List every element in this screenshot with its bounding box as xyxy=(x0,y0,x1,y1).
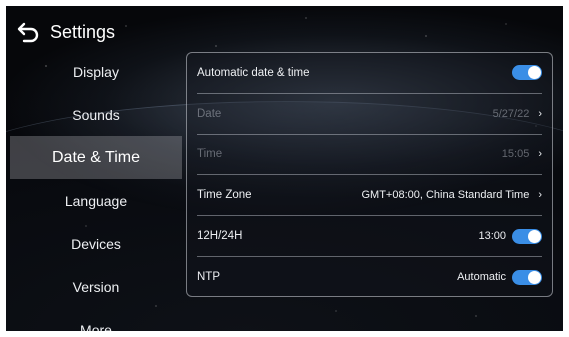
time-label: Time xyxy=(197,148,223,161)
chevron-right-icon: › xyxy=(538,107,542,120)
sidebar-item-more[interactable]: More xyxy=(10,308,182,332)
date-time-settings-panel: Automatic date & time Date 5/27/22 › Time… xyxy=(186,52,553,297)
sidebar-item-label: Display xyxy=(73,63,119,80)
time-zone-value: GMT+08:00, China Standard Time xyxy=(361,189,530,202)
sidebar-item-devices[interactable]: Devices xyxy=(10,222,182,265)
ntp-label: NTP xyxy=(197,271,220,284)
back-arrow-icon[interactable] xyxy=(16,19,42,45)
auto-date-time-row[interactable]: Automatic date & time xyxy=(197,53,542,94)
date-value: 5/27/22 xyxy=(492,107,530,120)
ntp-value: Automatic xyxy=(457,271,506,284)
sidebar-item-label: More xyxy=(80,321,112,332)
sidebar-item-label: Date & Time xyxy=(51,148,141,166)
time-format-label: 12H/24H xyxy=(197,230,243,243)
date-label: Date xyxy=(197,107,222,120)
time-zone-label: Time Zone xyxy=(197,189,252,202)
sidebar-item-label: Sounds xyxy=(72,106,120,123)
chevron-right-icon: › xyxy=(538,189,542,202)
sidebar-item-language[interactable]: Language xyxy=(10,179,182,222)
time-zone-row[interactable]: Time Zone GMT+08:00, China Standard Time… xyxy=(197,175,542,217)
sidebar-item-sounds[interactable]: Sounds xyxy=(10,93,182,136)
sidebar-item-version[interactable]: Version xyxy=(10,265,182,308)
time-format-toggle[interactable] xyxy=(512,228,542,244)
chevron-right-icon: › xyxy=(538,148,542,161)
ntp-toggle[interactable] xyxy=(512,269,542,285)
ntp-row[interactable]: NTP Automatic xyxy=(197,257,542,298)
sidebar: Display Sounds Date & Time Language Devi… xyxy=(10,50,182,331)
page-title: Settings xyxy=(50,21,116,42)
sidebar-item-label: Version xyxy=(72,278,120,295)
sidebar-item-label: Devices xyxy=(71,235,121,252)
time-value: 15:05 xyxy=(501,148,530,161)
time-row: Time 15:05 › xyxy=(197,135,542,176)
time-format-row[interactable]: 12H/24H 13:00 xyxy=(197,216,542,257)
auto-date-time-label: Automatic date & time xyxy=(197,66,310,79)
settings-screen: Settings Display Sounds Date & Time Lang… xyxy=(6,6,563,331)
sidebar-item-display[interactable]: Display xyxy=(10,50,182,93)
date-row: Date 5/27/22 › xyxy=(197,94,542,135)
sidebar-item-date-time[interactable]: Date & Time xyxy=(10,136,182,179)
auto-date-time-toggle[interactable] xyxy=(512,65,542,81)
sidebar-item-label: Language xyxy=(64,192,128,209)
time-format-value: 13:00 xyxy=(478,230,506,243)
header: Settings xyxy=(16,18,115,46)
